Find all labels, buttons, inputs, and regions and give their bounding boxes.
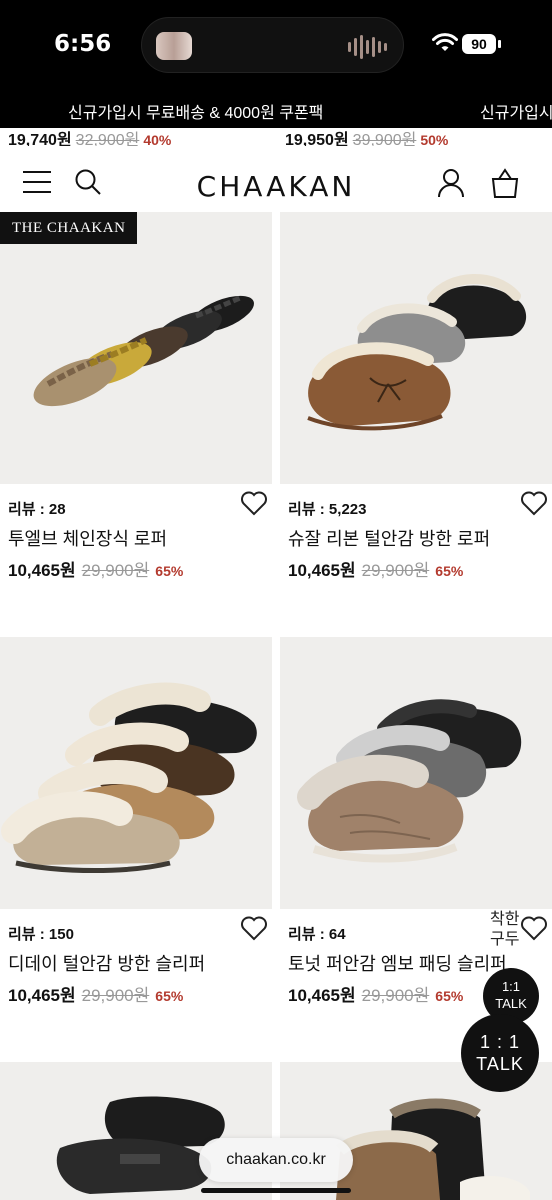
product-price: 10,465원 29,900원 65%	[8, 981, 183, 1006]
heart-icon[interactable]	[240, 915, 268, 941]
wifi-icon	[432, 33, 458, 51]
review-count: 리뷰 : 64	[288, 926, 346, 943]
discount-rate: 65%	[435, 563, 464, 579]
battery-icon: 90	[462, 34, 501, 54]
sale-price: 10,465원	[8, 986, 76, 1005]
product-name[interactable]: 슈잘 리본 털안감 방한 로퍼	[288, 525, 490, 551]
heart-icon[interactable]	[520, 490, 548, 516]
promo-banner[interactable]: 신규가입시 무료배송 & 4000원 쿠폰팩 신규가입시	[0, 90, 552, 128]
product-card[interactable]: THE CHAAKAN 리뷰 : 28 투엘브 체인장식 로퍼 10,465원 2…	[0, 212, 272, 592]
promo-text-repeat: 신규가입시	[480, 105, 552, 122]
product-card[interactable]: 리뷰 : 64 토넛 퍼안감 엠보 패딩 슬리퍼 10,465원 29,900원 6…	[280, 637, 552, 1017]
discount-rate: 65%	[155, 563, 184, 579]
original-price: 29,900원	[361, 986, 430, 1005]
heart-icon[interactable]	[240, 490, 268, 516]
promo-text: 신규가입시 무료배송 & 4000원 쿠폰팩	[68, 105, 324, 122]
original-price: 29,900원	[81, 986, 150, 1005]
review-count: 리뷰 : 150	[8, 926, 74, 943]
audio-wave-icon	[348, 34, 387, 60]
sale-price: 10,465원	[8, 561, 76, 580]
status-time: 6:56	[54, 31, 112, 57]
dynamic-island	[141, 17, 404, 73]
product-price: 10,465원 29,900원 65%	[8, 556, 183, 581]
floating-promo-label[interactable]: 착한 구두	[490, 910, 519, 950]
shopping-bag-icon[interactable]	[490, 168, 520, 198]
address-bar[interactable]: chaakan.co.kr	[199, 1138, 353, 1182]
home-indicator[interactable]	[201, 1188, 351, 1193]
review-count: 리뷰 : 28	[8, 501, 66, 518]
original-price: 29,900원	[361, 561, 430, 580]
sale-price: 10,465원	[288, 561, 356, 580]
review-count: 리뷰 : 5,223	[288, 501, 367, 518]
talk-button[interactable]: 1 : 1 TALK	[461, 1014, 539, 1092]
status-bar: 6:56 90	[0, 0, 552, 90]
product-card[interactable]: 리뷰 : 5,223 슈잘 리본 털안감 방한 로퍼 10,465원 29,900…	[280, 212, 552, 592]
album-art-icon	[156, 32, 192, 60]
site-logo[interactable]: CHAAKAN	[0, 170, 552, 203]
sale-price: 10,465원	[288, 986, 356, 1005]
product-card[interactable]: 리뷰 : 150 디데이 털안감 방한 슬리퍼 10,465원 29,900원 65…	[0, 637, 272, 1017]
product-image[interactable]	[0, 637, 272, 909]
heart-icon[interactable]	[520, 915, 548, 941]
product-image[interactable]: THE CHAAKAN	[0, 212, 272, 484]
original-price: 29,900원	[81, 561, 150, 580]
product-price: 10,465원 29,900원 65%	[288, 556, 463, 581]
product-price: 10,465원 29,900원 65%	[288, 981, 463, 1006]
brand-badge: THE CHAAKAN	[0, 212, 138, 244]
account-icon[interactable]	[437, 168, 465, 198]
product-name[interactable]: 토넛 퍼안감 엠보 패딩 슬리퍼	[288, 950, 507, 976]
product-image[interactable]	[280, 212, 552, 484]
product-name[interactable]: 디데이 털안감 방한 슬리퍼	[8, 950, 205, 976]
discount-rate: 65%	[155, 988, 184, 1004]
product-name[interactable]: 투엘브 체인장식 로퍼	[8, 525, 167, 551]
product-image[interactable]	[280, 637, 552, 909]
discount-rate: 65%	[435, 988, 464, 1004]
